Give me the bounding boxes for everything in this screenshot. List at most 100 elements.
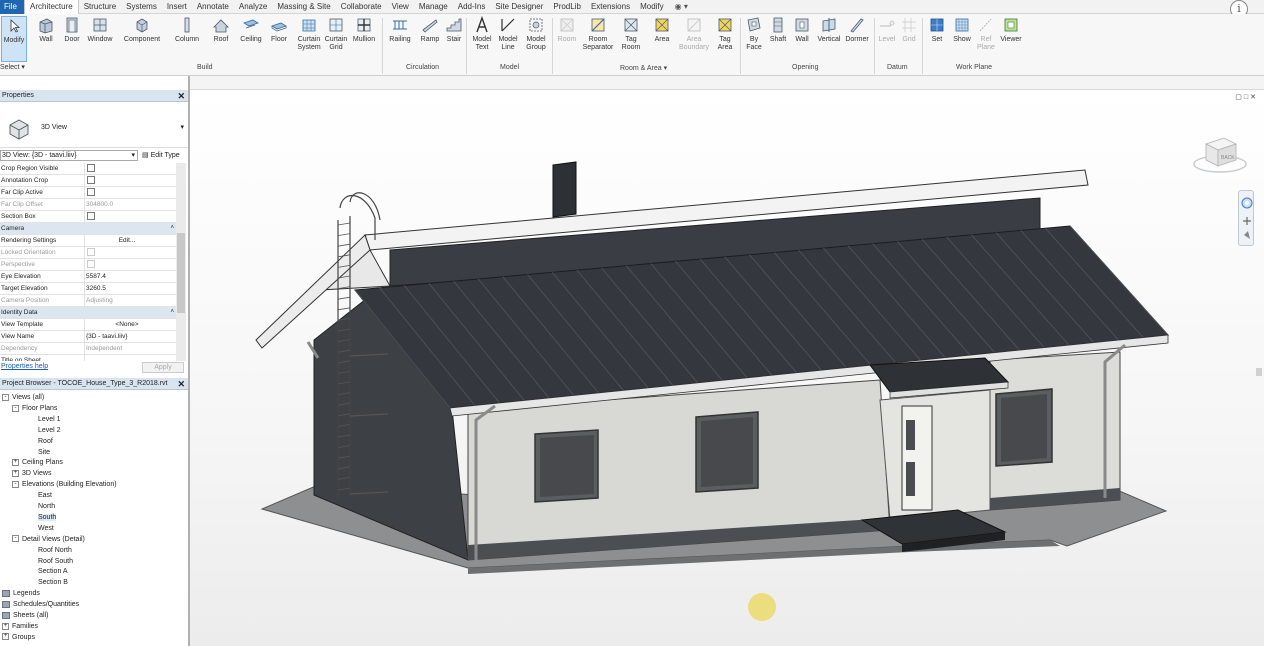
checkbox[interactable] bbox=[87, 188, 95, 196]
browser-node[interactable]: East bbox=[38, 490, 52, 501]
browser-node[interactable]: - Detail Views (Detail) bbox=[12, 534, 85, 545]
modify-button[interactable]: Modify bbox=[1, 16, 27, 62]
room-separator-button[interactable]: Room Separator bbox=[580, 16, 616, 64]
tab-systems[interactable]: Systems bbox=[121, 0, 162, 14]
property-value[interactable]: Adjusting bbox=[84, 295, 168, 306]
tab-massing-site[interactable]: Massing & Site bbox=[272, 0, 335, 14]
browser-node[interactable]: West bbox=[38, 523, 54, 534]
property-checkbox[interactable] bbox=[84, 247, 168, 258]
browser-node[interactable]: Legends bbox=[2, 588, 40, 599]
tab-analyze[interactable]: Analyze bbox=[234, 0, 272, 14]
browser-node[interactable]: Schedules/Quantities bbox=[2, 599, 79, 610]
viewcube[interactable]: BACK bbox=[1192, 132, 1248, 178]
expand-icon[interactable]: + bbox=[2, 622, 9, 630]
tab-insert[interactable]: Insert bbox=[162, 0, 192, 14]
tab-annotate[interactable]: Annotate bbox=[192, 0, 234, 14]
collapse-icon[interactable]: - bbox=[12, 404, 19, 412]
model-text-button[interactable]: Model Text bbox=[470, 16, 494, 64]
group-room-area-label[interactable]: Room & Area ▾ bbox=[620, 64, 667, 72]
collapse-icon[interactable]: ˄ bbox=[170, 223, 174, 234]
browser-node[interactable]: - Elevations (Building Elevation) bbox=[12, 479, 117, 490]
browser-node[interactable]: Level 2 bbox=[38, 425, 61, 436]
ramp-button[interactable]: Ramp bbox=[418, 16, 442, 64]
component-button[interactable]: Component bbox=[120, 16, 164, 64]
curtain-grid-button[interactable]: Curtain Grid bbox=[322, 16, 350, 64]
select-dropdown[interactable]: Select ▾ bbox=[0, 64, 25, 74]
property-value[interactable]: 5587.4 bbox=[84, 271, 168, 282]
curtain-system-button[interactable]: Curtain System bbox=[294, 16, 324, 64]
browser-node[interactable]: North bbox=[38, 501, 55, 512]
wall-button[interactable]: Wall bbox=[34, 16, 58, 64]
window-button[interactable]: Window bbox=[86, 16, 114, 64]
tab-collaborate[interactable]: Collaborate bbox=[336, 0, 387, 14]
scroll-thumb[interactable] bbox=[177, 233, 185, 313]
tag-room-button[interactable]: Tag Room bbox=[618, 16, 644, 64]
set-button[interactable]: Set bbox=[926, 16, 948, 64]
collapse-icon[interactable]: - bbox=[12, 480, 19, 488]
level-button[interactable]: Level bbox=[876, 16, 898, 64]
tab-extensions[interactable]: Extensions bbox=[586, 0, 635, 14]
property-value[interactable]: <None> bbox=[84, 319, 168, 330]
tab-site-designer[interactable]: Site Designer bbox=[490, 0, 548, 14]
door-button[interactable]: Door bbox=[60, 16, 84, 64]
shaft-button[interactable]: Shaft bbox=[766, 16, 790, 64]
property-value[interactable]: Edit... bbox=[84, 235, 168, 246]
browser-node[interactable]: Level 1 bbox=[38, 414, 61, 425]
grid-button[interactable]: Grid bbox=[898, 16, 920, 64]
checkbox[interactable] bbox=[87, 176, 95, 184]
room-button[interactable]: Room bbox=[556, 16, 578, 64]
close-icon[interactable]: ✕ bbox=[177, 90, 185, 102]
floor-button[interactable]: Floor bbox=[266, 16, 292, 64]
tab-modify[interactable]: Modify bbox=[635, 0, 669, 14]
collapse-icon[interactable]: - bbox=[12, 535, 19, 543]
tab-file[interactable]: File bbox=[0, 0, 24, 14]
mullion-button[interactable]: Mullion bbox=[350, 16, 378, 64]
browser-node[interactable]: Roof South bbox=[38, 556, 73, 567]
checkbox[interactable] bbox=[87, 260, 95, 268]
property-checkbox[interactable] bbox=[84, 163, 168, 174]
tab-add-ins[interactable]: Add-Ins bbox=[453, 0, 491, 14]
browser-node[interactable]: Roof bbox=[38, 436, 53, 447]
browser-node[interactable]: + Groups bbox=[2, 632, 35, 643]
railing-button[interactable]: Railing bbox=[386, 16, 414, 64]
expand-icon[interactable]: + bbox=[12, 459, 19, 467]
browser-node[interactable]: - Floor Plans bbox=[12, 403, 57, 414]
property-checkbox[interactable] bbox=[84, 175, 168, 186]
model-line-button[interactable]: Model Line bbox=[496, 16, 520, 64]
properties-help-link[interactable]: Properties help bbox=[1, 363, 48, 370]
property-checkbox[interactable] bbox=[84, 259, 168, 270]
view-window-controls[interactable]: ▢□✕ bbox=[1235, 93, 1258, 101]
property-value[interactable]: 3260.5 bbox=[84, 283, 168, 294]
show-button[interactable]: Show bbox=[950, 16, 974, 64]
dormer-button[interactable]: Dormer bbox=[842, 16, 872, 64]
navigation-bar[interactable] bbox=[1238, 190, 1254, 246]
apply-button[interactable]: Apply bbox=[142, 362, 184, 373]
checkbox[interactable] bbox=[87, 212, 95, 220]
checkbox[interactable] bbox=[87, 164, 95, 172]
property-section[interactable]: Identity Data ˄ bbox=[0, 307, 176, 319]
browser-node[interactable]: + Families bbox=[2, 621, 38, 632]
checkbox[interactable] bbox=[87, 248, 95, 256]
expand-icon[interactable]: + bbox=[12, 469, 19, 477]
expand-icon[interactable]: + bbox=[2, 633, 9, 641]
by-face-button[interactable]: By Face bbox=[742, 16, 766, 64]
wall-opening-button[interactable]: Wall bbox=[790, 16, 814, 64]
column-button[interactable]: Column bbox=[172, 16, 202, 64]
property-checkbox[interactable] bbox=[84, 187, 168, 198]
instance-selector[interactable]: 3D View: {3D - taavi.liiv} ▾ bbox=[0, 150, 138, 161]
collapse-icon[interactable]: - bbox=[2, 393, 9, 401]
ref-plane-button[interactable]: Ref Plane bbox=[974, 16, 998, 64]
vertical-button[interactable]: Vertical bbox=[814, 16, 844, 64]
property-checkbox[interactable] bbox=[84, 211, 168, 222]
tab-manage[interactable]: Manage bbox=[414, 0, 453, 14]
collapse-icon[interactable]: ˄ bbox=[170, 307, 174, 318]
3d-viewport[interactable]: BACK bbox=[190, 90, 1264, 646]
area-boundary-button[interactable]: Area Boundary bbox=[676, 16, 712, 64]
roof-button[interactable]: Roof bbox=[208, 16, 234, 64]
browser-node[interactable]: Sheets (all) bbox=[2, 610, 48, 621]
browser-node[interactable]: - Views (all) bbox=[2, 392, 44, 403]
property-value[interactable]: Independent bbox=[84, 343, 168, 354]
browser-node[interactable]: +3D Views bbox=[12, 468, 51, 479]
tag-area-button[interactable]: Tag Area bbox=[712, 16, 738, 64]
model-group-button[interactable]: Model Group bbox=[522, 16, 550, 64]
